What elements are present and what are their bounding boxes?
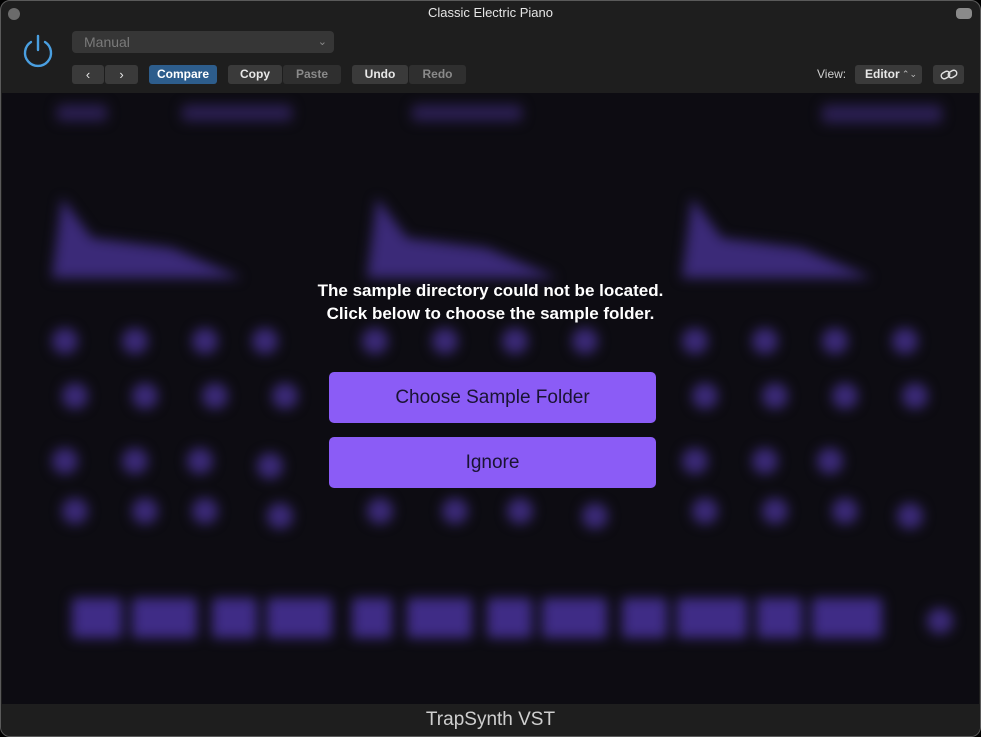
next-preset-button[interactable]: › (105, 65, 138, 84)
view-dropdown[interactable]: Editor ⌃⌄ (855, 65, 922, 84)
title-bar: Classic Electric Piano (1, 1, 980, 27)
message-line-2: Click below to choose the sample folder. (326, 304, 655, 323)
power-icon[interactable] (19, 32, 57, 70)
plugin-editor-area: The sample directory could not be locate… (2, 93, 979, 704)
plugin-window: Classic Electric Piano Manual ⌄ ‹ › Comp… (0, 0, 981, 737)
window-close-dot[interactable] (8, 8, 20, 20)
preset-dropdown[interactable]: Manual ⌄ (72, 31, 334, 53)
link-icon (940, 69, 958, 80)
compare-button[interactable]: Compare (149, 65, 217, 84)
undo-button[interactable]: Undo (352, 65, 408, 84)
copy-button[interactable]: Copy (228, 65, 282, 84)
view-value: Editor (865, 67, 900, 81)
choose-sample-folder-button[interactable]: Choose Sample Folder (329, 372, 656, 423)
window-title: Classic Electric Piano (428, 5, 553, 20)
chevron-left-icon: ‹ (85, 67, 91, 82)
redo-button[interactable]: Redo (409, 65, 466, 84)
chevron-right-icon: › (119, 67, 124, 82)
up-down-chevron-icon: ⌃⌄ (901, 69, 917, 79)
paste-button[interactable]: Paste (283, 65, 341, 84)
link-button[interactable] (933, 65, 964, 84)
chevron-down-icon: ⌄ (317, 36, 327, 48)
preset-value: Manual (84, 34, 130, 50)
plugin-footer: TrapSynth VST (1, 704, 980, 736)
ignore-button[interactable]: Ignore (329, 437, 656, 488)
window-toggle-pill[interactable] (956, 8, 972, 19)
plugin-header-controls: Manual ⌄ ‹ › Compare Copy Paste Undo Red… (1, 27, 980, 93)
view-label: View: (817, 67, 847, 81)
previous-preset-button[interactable]: ‹ (72, 65, 104, 84)
product-name: TrapSynth VST (425, 709, 556, 730)
message-line-1: The sample directory could not be locate… (317, 281, 664, 300)
missing-samples-message: The sample directory could not be locate… (2, 279, 979, 325)
